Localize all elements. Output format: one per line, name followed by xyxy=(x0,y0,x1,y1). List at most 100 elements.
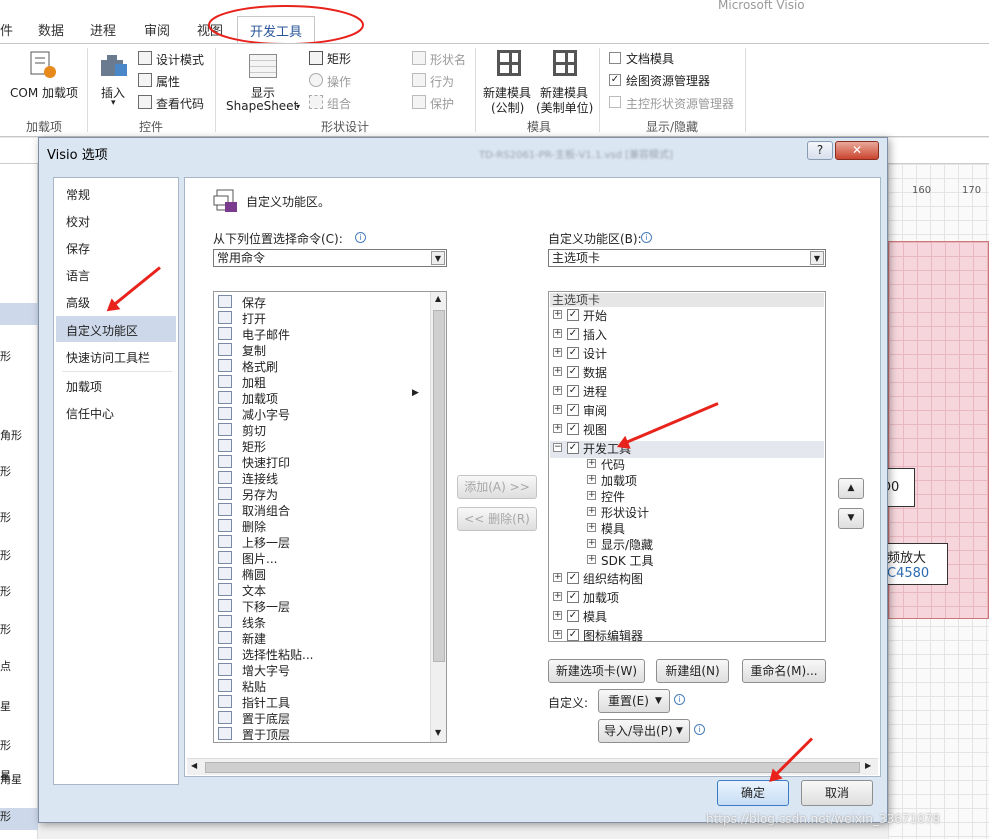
shape-item[interactable]: 角形 xyxy=(0,427,22,443)
nav-addins[interactable]: 加载项 xyxy=(66,378,102,395)
expander-icon[interactable]: + xyxy=(553,329,562,338)
import-export-button[interactable]: 导入/导出(P) ▼ xyxy=(598,719,690,743)
tab-process[interactable]: 进程 xyxy=(90,20,116,39)
operation-button[interactable]: 操作 xyxy=(327,73,351,90)
nav-proofing[interactable]: 校对 xyxy=(66,213,90,230)
expander-icon[interactable]: + xyxy=(587,491,596,500)
shape-item[interactable]: 形 xyxy=(0,348,11,364)
expander-icon[interactable]: + xyxy=(587,555,596,564)
shape-item-selected[interactable]: 形 xyxy=(0,808,38,830)
shapesheet-icon[interactable] xyxy=(249,54,277,78)
scroll-down-icon[interactable]: ▼ xyxy=(435,728,441,737)
close-button[interactable]: ✕ xyxy=(835,141,879,160)
shapesheet-dropdown-icon[interactable]: ▾ xyxy=(296,102,300,111)
behavior-button[interactable]: 行为 xyxy=(430,73,454,90)
rename-button[interactable]: 重命名(M)... xyxy=(742,659,826,683)
expander-icon[interactable]: + xyxy=(553,424,562,433)
nav-advanced[interactable]: 高级 xyxy=(66,294,90,311)
nav-language[interactable]: 语言 xyxy=(66,267,90,284)
tab-file[interactable]: 件 xyxy=(0,20,13,39)
expander-icon[interactable]: + xyxy=(553,573,562,582)
customize-ribbon-select[interactable]: 主选项卡 ▼ xyxy=(548,249,826,267)
tree-checkbox[interactable]: ✓ xyxy=(567,591,579,603)
dropdown-icon[interactable]: ▼ xyxy=(431,251,445,265)
nav-quick-access[interactable]: 快速访问工具栏 xyxy=(66,349,150,366)
shape-item[interactable]: 星 xyxy=(0,698,11,714)
scroll-left-icon[interactable]: ◀ xyxy=(191,761,197,770)
tree-item[interactable]: + ✓ 图标编辑器 xyxy=(553,627,823,641)
shape-item[interactable]: 形 xyxy=(0,509,11,525)
expander-icon[interactable]: + xyxy=(553,630,562,639)
shape-item[interactable]: 形 xyxy=(0,621,11,637)
cancel-button[interactable]: 取消 xyxy=(801,780,873,806)
master-explorer-checkbox[interactable] xyxy=(609,96,621,108)
commands-list[interactable]: 保存 打开 电子邮件 复制 格式刷 加粗 加载项 减小字号 剪切 矩形 快速打印 连接线 另存为 取消组合… xyxy=(213,291,447,743)
properties-button[interactable]: 属性 xyxy=(156,73,180,90)
h-scroll-thumb[interactable] xyxy=(205,762,860,773)
choose-commands-select[interactable]: 常用命令 ▼ xyxy=(213,249,447,267)
dropdown-icon[interactable]: ▼ xyxy=(810,251,824,265)
tree-item[interactable]: + ✓ 开始 xyxy=(553,307,823,324)
nav-trust-center[interactable]: 信任中心 xyxy=(66,405,114,422)
tree-item[interactable]: + ✓ 插入 xyxy=(553,326,823,343)
new-stencil-metric-sub[interactable]: (美制单位) xyxy=(536,99,593,116)
tree-checkbox[interactable]: ✓ xyxy=(567,423,579,435)
rectangle-button[interactable]: 矩形 xyxy=(327,50,351,67)
combine-button[interactable]: 组合 xyxy=(327,95,351,112)
tree-checkbox[interactable]: ✓ xyxy=(567,404,579,416)
tree-checkbox[interactable]: ✓ xyxy=(567,629,579,641)
ribbon-tree[interactable]: 主选项卡 + ✓ 开始 + ✓ 插入 + ✓ 设计 + ✓ 数据 + ✓ 进程 + ✓ 审阅 + ✓ 视图 − ✓ 开发工具 +… xyxy=(548,291,826,642)
tree-item[interactable]: + ✓ 加载项 xyxy=(553,589,823,606)
design-mode-button[interactable]: 设计模式 xyxy=(156,51,204,68)
tree-checkbox[interactable]: ✓ xyxy=(567,366,579,378)
tree-checkbox[interactable]: ✓ xyxy=(567,385,579,397)
shape-item[interactable]: 形 xyxy=(0,463,11,479)
tree-checkbox[interactable]: ✓ xyxy=(567,572,579,584)
tab-review[interactable]: 审阅 xyxy=(144,20,170,39)
shape-item[interactable]: 形 xyxy=(0,737,11,753)
expander-icon[interactable]: + xyxy=(553,611,562,620)
new-group-button[interactable]: 新建组(N) xyxy=(656,659,729,683)
expander-icon[interactable]: + xyxy=(587,523,596,532)
expander-icon[interactable]: + xyxy=(553,348,562,357)
nav-customize-ribbon[interactable]: 自定义功能区 xyxy=(66,322,138,339)
tree-checkbox[interactable]: ✓ xyxy=(567,309,579,321)
shape-item[interactable]: 形 xyxy=(0,583,11,599)
tree-item[interactable]: − ✓ 开发工具 xyxy=(553,440,823,457)
shapesheet-label[interactable]: ShapeSheet xyxy=(226,99,298,113)
tree-checkbox[interactable]: ✓ xyxy=(567,347,579,359)
tab-data[interactable]: 数据 xyxy=(38,20,64,39)
tree-item[interactable]: + ✓ 进程 xyxy=(553,383,823,400)
shape-item[interactable]: 角星 xyxy=(0,771,22,787)
insert-dropdown-icon[interactable]: ▾ xyxy=(111,98,116,108)
expander-icon[interactable]: − xyxy=(553,443,562,452)
expander-icon[interactable]: + xyxy=(587,539,596,548)
document-stencil-checkbox[interactable] xyxy=(609,52,621,64)
expander-icon[interactable]: + xyxy=(553,592,562,601)
scroll-right-icon[interactable]: ▶ xyxy=(865,761,871,770)
nav-save[interactable]: 保存 xyxy=(66,240,90,257)
new-tab-button[interactable]: 新建选项卡(W) xyxy=(548,659,645,683)
expander-icon[interactable]: + xyxy=(553,405,562,414)
new-stencil-us-icon[interactable] xyxy=(497,50,521,76)
remove-button[interactable]: << 删除(R) xyxy=(457,507,537,531)
move-down-button[interactable]: ▼ xyxy=(838,508,864,529)
expander-icon[interactable]: + xyxy=(553,310,562,319)
expander-icon[interactable]: + xyxy=(553,386,562,395)
expander-icon[interactable]: + xyxy=(587,507,596,516)
com-addins-icon[interactable] xyxy=(28,50,58,80)
tree-checkbox[interactable]: ✓ xyxy=(567,442,579,454)
new-stencil-us-sub[interactable]: (公制) xyxy=(491,99,524,116)
reset-button[interactable]: 重置(E) ▼ xyxy=(598,689,670,713)
tree-checkbox[interactable]: ✓ xyxy=(567,328,579,340)
shape-name-button[interactable]: 形状名 xyxy=(430,51,466,68)
ok-button[interactable]: 确定 xyxy=(717,780,789,806)
view-code-button[interactable]: 查看代码 xyxy=(156,95,204,112)
tree-item[interactable]: + ✓ 设计 xyxy=(553,345,823,362)
tree-item[interactable]: + ✓ 数据 xyxy=(553,364,823,381)
protect-button[interactable]: 保护 xyxy=(430,95,454,112)
nav-general[interactable]: 常规 xyxy=(66,186,90,203)
commands-scrollbar[interactable]: ▲ ▼ xyxy=(430,292,446,742)
expander-icon[interactable]: + xyxy=(587,459,596,468)
expander-icon[interactable]: + xyxy=(553,367,562,376)
